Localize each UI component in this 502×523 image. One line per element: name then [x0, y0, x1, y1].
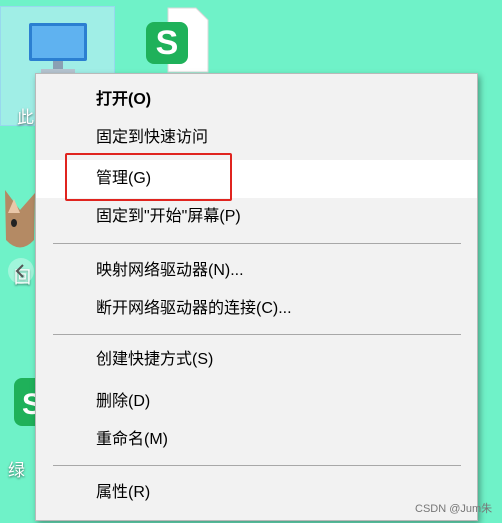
- menu-item-create-shortcut[interactable]: 创建快捷方式(S): [36, 341, 477, 379]
- menu-item-map-network-drive[interactable]: 映射网络驱动器(N)...: [36, 252, 477, 290]
- menu-item-properties[interactable]: 属性(R): [36, 474, 477, 512]
- menu-separator: [53, 334, 461, 335]
- cat-picture-icon: [5, 190, 35, 248]
- wps-app-label: 绿: [8, 461, 25, 480]
- chevron-left-icon: [15, 264, 24, 278]
- highlight-annotation-box: [65, 153, 232, 201]
- menu-item-pin-quick-access[interactable]: 固定到快速访问: [36, 119, 477, 157]
- wps-document-icon: S: [146, 7, 209, 73]
- menu-item-delete[interactable]: 删除(D): [36, 383, 477, 421]
- wps-file-desktop-icon[interactable]: S: [140, 6, 210, 76]
- this-pc-label: 此: [17, 108, 34, 127]
- menu-item-pin-start[interactable]: 固定到"开始"屏幕(P): [36, 198, 477, 236]
- watermark-text: CSDN @Jum朱: [415, 503, 493, 515]
- context-menu: 打开(O) 固定到快速访问 管理(G) 固定到"开始"屏幕(P) 映射网络驱动器…: [35, 73, 478, 521]
- svg-text:S: S: [156, 24, 179, 62]
- chevron-left-button[interactable]: [8, 258, 34, 284]
- menu-item-open[interactable]: 打开(O): [36, 81, 477, 119]
- menu-item-rename[interactable]: 重命名(M): [36, 421, 477, 459]
- menu-separator: [53, 243, 461, 244]
- menu-item-disconnect-network-drive[interactable]: 断开网络驱动器的连接(C)...: [36, 290, 477, 328]
- menu-separator: [53, 465, 461, 466]
